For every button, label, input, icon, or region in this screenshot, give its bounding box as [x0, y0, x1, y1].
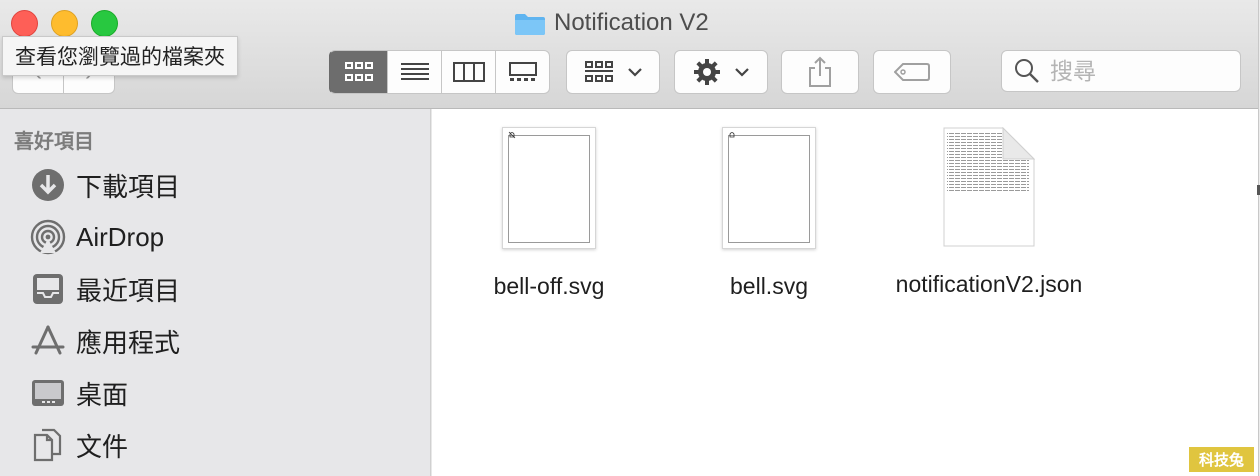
sidebar-item-downloads[interactable]: 下載項目: [30, 162, 180, 208]
file-name: notificationV2.json: [895, 271, 1083, 297]
search-input[interactable]: [1048, 56, 1232, 86]
file-item[interactable]: bell-off.svg: [449, 127, 649, 301]
action-menu-button[interactable]: [674, 50, 768, 94]
column-view-icon: [452, 62, 485, 82]
bell-icon: [729, 132, 735, 138]
search-icon: [1015, 59, 1039, 83]
svg-file-thumbnail: [722, 127, 816, 249]
back-tooltip: 查看您瀏覽過的檔案夾: [2, 36, 238, 76]
sidebar-item-label: 應用程式: [76, 327, 181, 358]
file-browser-content: bell-off.svg bell.svg notificationV2.jso…: [432, 109, 1258, 476]
file-item[interactable]: bell.svg: [669, 127, 869, 301]
file-item[interactable]: notificationV2.json: [889, 126, 1089, 299]
folder-icon: [514, 12, 546, 35]
list-view-icon: [400, 63, 429, 80]
sidebar-item-documents[interactable]: 文件: [30, 422, 128, 468]
sidebar: 喜好項目 下載項目 AirDrop 最近項目 應用程式 桌面 文件: [0, 109, 431, 476]
view-mode-group: [329, 50, 550, 94]
sidebar-item-recents[interactable]: 最近項目: [30, 266, 180, 312]
finder-window: Notification V2 ‹ › 查看您瀏覽過的檔案夾: [0, 0, 1260, 476]
titlebar: Notification V2 ‹ › 查看您瀏覽過的檔案夾: [0, 0, 1258, 109]
group-icon: [585, 61, 613, 82]
airdrop-icon: [30, 219, 66, 255]
sidebar-header-favorites: 喜好項目: [14, 131, 94, 153]
column-view-button[interactable]: [442, 50, 496, 94]
sidebar-item-desktop[interactable]: 桌面: [30, 370, 128, 416]
tag-icon: [894, 63, 930, 81]
recents-icon: [30, 271, 66, 307]
chevron-down-icon: [628, 68, 642, 77]
maximize-button[interactable]: [91, 10, 118, 37]
applications-icon: [30, 323, 66, 359]
icon-view-button[interactable]: [329, 50, 388, 94]
window-title: Notification V2: [514, 8, 709, 38]
group-by-button[interactable]: [566, 50, 660, 94]
window-title-text: Notification V2: [554, 9, 709, 36]
sidebar-item-airdrop[interactable]: AirDrop: [30, 214, 164, 260]
file-name: bell-off.svg: [493, 273, 605, 299]
close-button[interactable]: [11, 10, 38, 37]
json-file-thumbnail: [943, 126, 1036, 247]
icon-view-icon: [344, 62, 373, 81]
sidebar-item-label: 下載項目: [76, 171, 181, 202]
sidebar-item-label: 桌面: [76, 379, 129, 410]
share-icon: [809, 56, 831, 87]
download-icon: [30, 167, 66, 203]
sidebar-item-label: 最近項目: [76, 275, 181, 306]
share-button[interactable]: [781, 50, 859, 94]
tags-button[interactable]: [873, 50, 951, 94]
minimize-button[interactable]: [51, 10, 78, 37]
sidebar-item-label: AirDrop: [76, 221, 165, 252]
documents-icon: [30, 427, 66, 463]
gallery-view-button[interactable]: [496, 50, 550, 94]
chevron-down-icon: [735, 68, 749, 77]
file-name: bell.svg: [730, 273, 808, 299]
sidebar-item-applications[interactable]: 應用程式: [30, 318, 180, 364]
desktop-icon: [30, 375, 66, 411]
svg-file-thumbnail: [502, 127, 596, 249]
gallery-view-icon: [508, 62, 537, 81]
gear-icon: [694, 59, 720, 85]
bell-off-icon: [508, 131, 516, 139]
list-view-button[interactable]: [388, 50, 442, 94]
search-field[interactable]: [1001, 50, 1241, 92]
watermark: 科技兔: [1188, 447, 1254, 472]
sidebar-item-label: 文件: [76, 431, 129, 462]
